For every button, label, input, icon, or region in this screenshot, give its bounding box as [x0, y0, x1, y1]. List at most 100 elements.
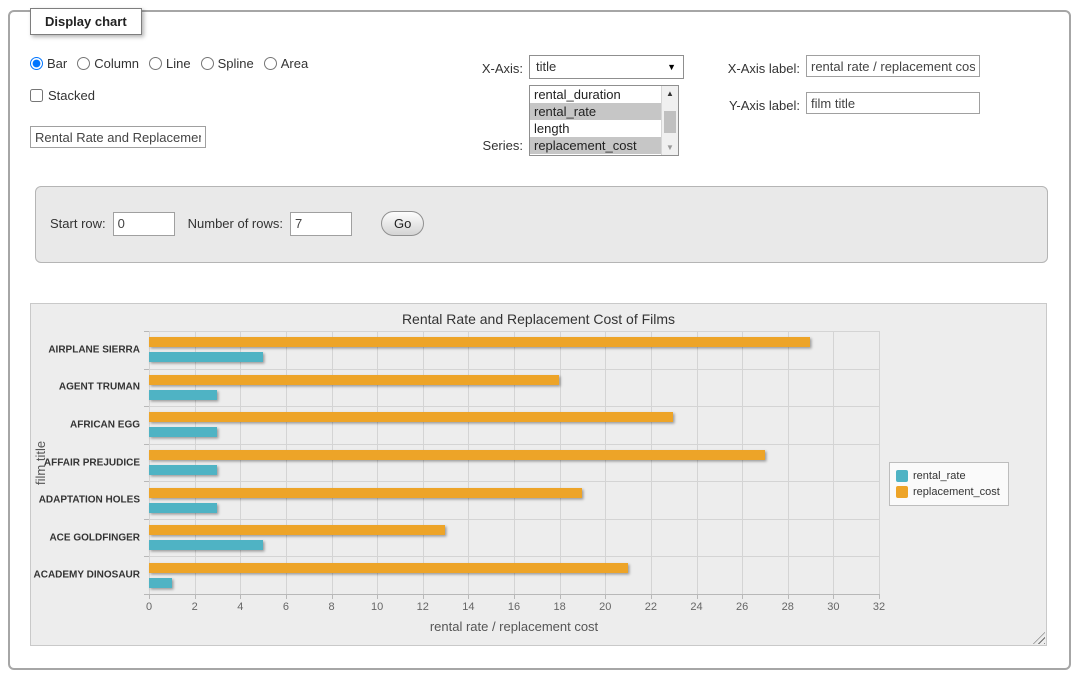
scroll-up-icon[interactable]: ▲ [662, 86, 678, 101]
category-band [149, 369, 879, 407]
x-tick-label: 26 [736, 601, 748, 613]
scroll-down-icon[interactable]: ▼ [662, 140, 678, 155]
bar-rental_rate [149, 427, 217, 437]
bar-replacement_cost [149, 412, 673, 422]
legend-item-replacement_cost[interactable]: replacement_cost [896, 484, 1000, 500]
category-band [149, 331, 879, 369]
x-tick-label: 30 [827, 601, 839, 613]
x-axis-select[interactable]: title ▼ [529, 55, 684, 79]
bar-replacement_cost [149, 525, 445, 535]
category-label: ADAPTATION HOLES [31, 495, 140, 506]
x-axis-ticks [149, 594, 879, 599]
scrollbar-thumb[interactable] [664, 111, 676, 133]
radio-label: Column [94, 56, 139, 71]
row-range-panel: Start row: Number of rows: Go [35, 186, 1048, 263]
start-row-input[interactable] [113, 212, 175, 236]
chart-type-radio-column[interactable] [77, 57, 90, 70]
x-axis-label-caption: X-Axis label: [700, 61, 800, 76]
stacked-checkbox[interactable] [30, 89, 43, 102]
chart-legend: rental_rate replacement_cost [889, 462, 1009, 506]
category-label: AIRPLANE SIERRA [31, 344, 140, 355]
x-tick-mark [377, 594, 378, 599]
legend-item-rental_rate[interactable]: rental_rate [896, 468, 1000, 484]
bar-replacement_cost [149, 563, 628, 573]
resize-handle-icon[interactable] [1033, 632, 1045, 644]
x-tick-label: 10 [371, 601, 383, 613]
bar-replacement_cost [149, 450, 765, 460]
bar-replacement_cost [149, 375, 559, 385]
series-listbox[interactable]: rental_durationrental_ratelengthreplacem… [529, 85, 679, 156]
legend-label: rental_rate [913, 470, 966, 482]
series-option-replacement_cost[interactable]: replacement_cost [530, 137, 661, 154]
radio-label: Bar [47, 56, 67, 71]
x-tick-label: 2 [192, 601, 198, 613]
category-label: AGENT TRUMAN [31, 382, 140, 393]
series-options: rental_durationrental_ratelengthreplacem… [530, 86, 661, 155]
category-labels: AIRPLANE SIERRA AGENT TRUMAN AFRICAN EGG AF… [31, 331, 140, 594]
category-label: AFFAIR PREJUDICE [31, 457, 140, 468]
x-tick-label: 16 [508, 601, 520, 613]
bar-rental_rate [149, 390, 217, 400]
legend-swatch [896, 470, 908, 482]
category-label: AFRICAN EGG [31, 419, 140, 430]
x-tick-mark [468, 594, 469, 599]
series-option-length[interactable]: length [530, 120, 661, 137]
num-rows-input[interactable] [290, 212, 352, 236]
chart-type-radio-bar[interactable] [30, 57, 43, 70]
x-tick-mark [605, 594, 606, 599]
y-axis-label-caption: Y-Axis label: [700, 98, 800, 113]
chart-type-option-line: Line [149, 56, 191, 71]
x-tick-label: 24 [690, 601, 702, 613]
chart-container: Rental Rate and Replacement Cost of Film… [30, 303, 1047, 646]
x-tick-label: 12 [417, 601, 429, 613]
chart-type-radio-spline[interactable] [201, 57, 214, 70]
category-band [149, 406, 879, 444]
x-tick-mark [560, 594, 561, 599]
x-tick-mark [423, 594, 424, 599]
category-band [149, 444, 879, 482]
radio-label: Area [281, 56, 308, 71]
chart-type-radio-area[interactable] [264, 57, 277, 70]
x-tick-mark [195, 594, 196, 599]
x-tick-label: 6 [283, 601, 289, 613]
x-tick-labels: 02468101214161820222426283032 [149, 601, 879, 614]
x-tick-label: 20 [599, 601, 611, 613]
series-scrollbar[interactable]: ▲ ▼ [661, 86, 678, 155]
legend-label: replacement_cost [913, 486, 1000, 498]
bar-rental_rate [149, 352, 263, 362]
series-option-rental_rate[interactable]: rental_rate [530, 103, 661, 120]
stacked-checkbox-row: Stacked [30, 88, 95, 103]
num-rows-label: Number of rows: [188, 216, 283, 231]
x-tick-mark [514, 594, 515, 599]
chart-type-option-column: Column [77, 56, 139, 71]
x-tick-mark [149, 594, 150, 599]
legend-swatch [896, 486, 908, 498]
x-axis-label-input[interactable] [806, 55, 980, 77]
x-tick-mark [879, 594, 880, 599]
x-axis-select-label: X-Axis: [455, 61, 523, 76]
category-band [149, 519, 879, 557]
bar-rental_rate [149, 503, 217, 513]
x-tick-label: 28 [782, 601, 794, 613]
go-button[interactable]: Go [381, 211, 424, 236]
x-axis-selected-value: title [536, 59, 556, 74]
row-range-controls: Start row: Number of rows: Go [50, 211, 424, 236]
chart-x-axis-title: rental rate / replacement cost [149, 619, 879, 634]
x-tick-label: 14 [462, 601, 474, 613]
x-tick-label: 22 [645, 601, 657, 613]
chart-title-input[interactable] [30, 126, 206, 148]
plot-area [149, 331, 879, 594]
x-tick-mark [833, 594, 834, 599]
y-axis-label-input[interactable] [806, 92, 980, 114]
chart-type-radio-line[interactable] [149, 57, 162, 70]
chart-type-radio-group: Bar Column Line Spline Area [30, 56, 308, 71]
category-label: ACADEMY DINOSAUR [31, 570, 140, 581]
series-list-label: Series: [455, 138, 523, 153]
plot-bands [149, 331, 879, 594]
fieldset-legend-title: Display chart [30, 8, 142, 35]
chevron-down-icon: ▼ [667, 63, 676, 72]
x-tick-mark [286, 594, 287, 599]
series-option-rental_duration[interactable]: rental_duration [530, 86, 661, 103]
chart-type-option-spline: Spline [201, 56, 254, 71]
x-tick-label: 18 [554, 601, 566, 613]
